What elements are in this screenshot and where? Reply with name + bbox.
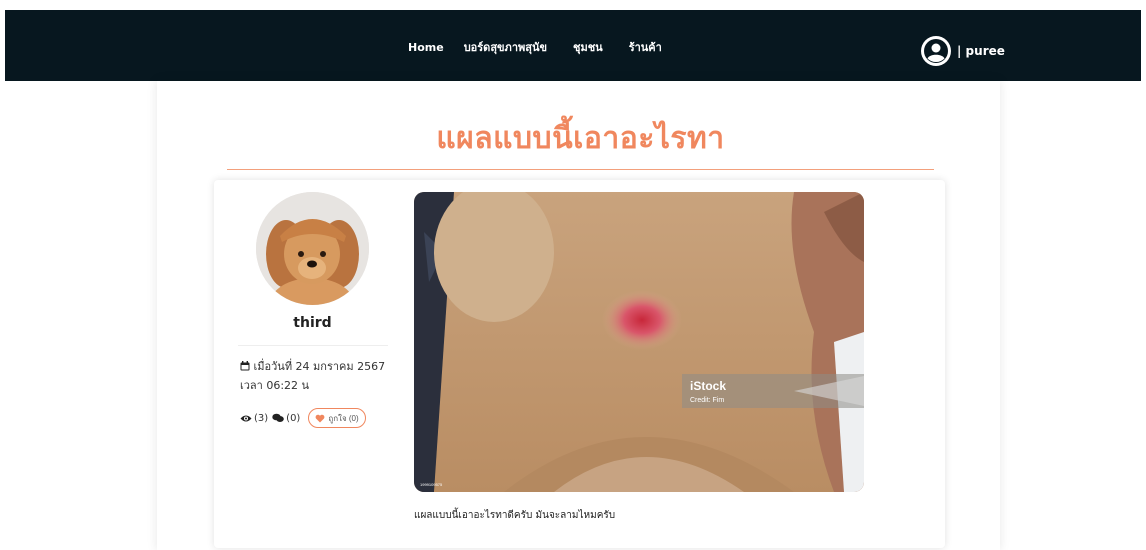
user-menu[interactable]: | puree	[921, 36, 1005, 66]
post-date: เมื่อวันที่ 24 มกราคม 2567 เวลา 06:22 น	[240, 357, 390, 395]
views-stat: (3)	[240, 413, 268, 424]
heart-icon	[315, 414, 325, 422]
post-date-text: เมื่อวันที่ 24 มกราคม 2567	[253, 360, 386, 373]
image-id-tag: 1999109575	[420, 482, 443, 487]
nav-link-home[interactable]: Home	[408, 40, 444, 56]
post-time-text: เวลา 06:22 น	[240, 379, 310, 392]
nav-link-community[interactable]: ชุมชน	[573, 40, 603, 56]
eye-icon	[240, 415, 252, 421]
author-name: third	[293, 315, 332, 331]
image-watermark-credit: Credit: Fim	[690, 397, 724, 404]
like-button[interactable]: ถูกใจ (0)	[308, 408, 366, 428]
user-avatar-icon[interactable]	[921, 36, 951, 66]
title-divider	[227, 169, 934, 170]
post-body: แผลแบบนี้เอาอะไรทาดีครับ มันจะลามไหมครับ	[414, 510, 616, 521]
post-title: แผลแบบนี้เอาอะไรทา	[436, 121, 725, 156]
author-avatar	[256, 192, 369, 305]
views-count: (3)	[254, 412, 269, 424]
top-navbar: Home บอร์ดสุขภาพสุนัข ชุมชน ร้านค้า | pu…	[5, 10, 1141, 81]
nav-links: Home บอร์ดสุขภาพสุนัข ชุมชน ร้านค้า	[408, 40, 662, 56]
image-watermark-brand: iStock	[690, 379, 726, 393]
comments-count: (0)	[286, 412, 301, 424]
comments-stat: (0)	[272, 413, 300, 424]
post-stats: (3) (0) ถูกใจ (0)	[240, 408, 366, 428]
like-label: ถูกใจ (0)	[328, 413, 359, 423]
nav-link-shop[interactable]: ร้านค้า	[629, 40, 662, 56]
comments-icon	[272, 413, 284, 422]
meta-divider	[238, 345, 388, 346]
username-label: | puree	[957, 44, 1005, 58]
nav-link-health-board[interactable]: บอร์ดสุขภาพสุนัข	[464, 40, 547, 56]
calendar-icon	[240, 361, 250, 371]
post-image: iStock Credit: Fim 1999109575	[414, 192, 864, 492]
